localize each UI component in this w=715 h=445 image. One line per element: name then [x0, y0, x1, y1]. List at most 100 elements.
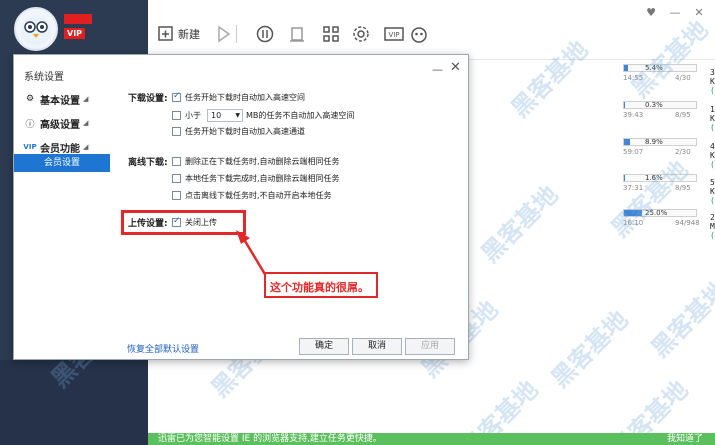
download-speed: 2.35 MB/s (+0KB/s): [710, 213, 715, 240]
notice-dismiss-button[interactable]: 我知道了: [667, 433, 703, 445]
apply-button[interactable]: 应用: [405, 338, 455, 355]
nav-item-label: 会员功能: [40, 143, 80, 155]
checkbox[interactable]: [172, 174, 181, 183]
checkbox[interactable]: [172, 111, 181, 120]
gear-icon: ⚙: [25, 94, 35, 104]
chevron-down-icon: ▼: [235, 112, 240, 119]
download-speed: 308.36 KB/s (+0KB/s): [710, 68, 715, 95]
download-progress-fill: [624, 175, 626, 181]
download-percent: 0.3%: [645, 101, 663, 109]
option-label: 点击离线下载任务时,不自动开启本地任务: [185, 191, 332, 200]
dialog-close-button[interactable]: ✕: [450, 60, 461, 75]
option-delete-cloud-on-delete[interactable]: 删除正在下载任务时,自动删除云端相同任务: [172, 156, 340, 167]
mascot-icon: [411, 27, 427, 43]
info-icon: ⓘ: [25, 119, 35, 130]
upload-settings-label: 上传设置:: [128, 219, 168, 229]
download-count: 8/95: [675, 111, 691, 119]
checkbox[interactable]: [172, 127, 181, 136]
download-time: 59:07: [623, 148, 644, 156]
close-window-button[interactable]: ✕: [692, 6, 706, 20]
download-speed-extra: (+0KB/s): [710, 123, 715, 132]
option-auto-high-speed-space[interactable]: 任务开始下载时自动加入高速空间: [172, 91, 305, 103]
size-threshold-value: 10: [211, 111, 222, 120]
play-icon: [218, 25, 231, 43]
start-button[interactable]: [216, 22, 232, 46]
download-percent: 25.0%: [645, 209, 668, 217]
option-label: 本地任务下载完成时,自动删除云端相同任务: [185, 174, 340, 183]
download-speed: 50.34 KB/s (+0KB/s): [710, 178, 715, 205]
username-bar[interactable]: [64, 14, 92, 24]
vip-badge-label: VIP: [67, 29, 83, 38]
download-speed-extra: (+0KB/s): [710, 196, 715, 205]
download-speed-extra: (+0KB/s): [710, 86, 715, 95]
nav-item-advanced[interactable]: ⓘ 高级设置 ◢: [14, 112, 110, 134]
option-label: 删除正在下载任务时,自动删除云端相同任务: [185, 157, 340, 166]
nav-item-basic[interactable]: ⚙ 基本设置 ◢: [14, 88, 110, 110]
checkbox[interactable]: [172, 216, 181, 227]
close-icon: ✕: [450, 60, 461, 75]
download-time: 16:10: [623, 219, 644, 227]
new-task-label: 新建: [178, 28, 200, 41]
mascot-button[interactable]: [410, 22, 428, 46]
sidebar-bottom: [0, 360, 148, 445]
expand-arrow-icon: ◢: [83, 95, 89, 103]
download-settings-label: 下载设置:: [128, 94, 168, 104]
skin-button[interactable]: ♥: [644, 6, 658, 20]
option-prefix: 小于: [185, 111, 201, 120]
download-speed: 415.34 KB/s (+0KB/s): [710, 142, 715, 169]
gear-icon: [353, 26, 369, 42]
option-suffix: MB的任务不自动加入高速空间: [246, 111, 355, 120]
option-auto-high-speed-channel[interactable]: 任务开始下载时自动加入高速通道: [172, 126, 305, 137]
download-speed: 157.33 KB/s (+0KB/s): [710, 105, 715, 132]
dialog-minimize-button[interactable]: —: [432, 63, 443, 76]
separator: [236, 22, 237, 46]
pause-circle-icon: [256, 25, 274, 43]
svg-text:VIP: VIP: [388, 31, 399, 39]
download-time: 39:43: [623, 111, 644, 119]
restore-defaults-link[interactable]: 恢复全部默认设置: [127, 342, 199, 355]
download-speed-value: 157.33 KB/s: [710, 105, 715, 123]
pause-button[interactable]: [256, 22, 274, 46]
settings-button[interactable]: [352, 22, 370, 46]
download-speed-value: 50.34 KB/s: [710, 178, 715, 196]
toolbar: 新建 VIP ♥ — ✕: [148, 0, 715, 60]
nav-subitem-vip-settings[interactable]: 会员设置: [14, 154, 110, 172]
settings-nav: ⚙ 基本设置 ◢ ⓘ 高级设置 ◢ VIP 会员功能 ◢ 会员设置: [14, 85, 110, 355]
delete-icon: [290, 27, 304, 42]
option-no-auto-start-local[interactable]: 点击离线下载任务时,不自动开启本地任务: [172, 190, 332, 201]
minimize-button[interactable]: —: [668, 6, 682, 20]
download-count: 2/30: [675, 148, 691, 156]
option-label: 任务开始下载时自动加入高速空间: [185, 93, 305, 102]
vip-badge[interactable]: VIP: [64, 28, 86, 39]
vip-icon: VIP: [23, 143, 37, 151]
option-disable-upload[interactable]: 关闭上传: [172, 216, 217, 228]
download-percent: 5.4%: [645, 64, 663, 72]
size-threshold-input[interactable]: 10 ▼: [207, 109, 243, 122]
notice-text: 迅雷已为您智能设置 IE 的浏览器支持,建立任务更快捷。: [158, 434, 382, 444]
download-progress-fill: [624, 65, 628, 71]
checkbox[interactable]: [172, 157, 181, 166]
annotation-callout: 这个功能真的很屌。: [264, 272, 378, 298]
option-size-threshold[interactable]: 小于 10 ▼ MB的任务不自动加入高速空间: [172, 109, 354, 122]
option-label: 任务开始下载时自动加入高速通道: [185, 127, 305, 136]
minimize-icon: —: [669, 6, 681, 19]
checkbox[interactable]: [172, 191, 181, 200]
expand-arrow-icon: ◢: [83, 143, 89, 151]
cancel-button[interactable]: 取消: [352, 338, 402, 355]
download-speed-value: 308.36 KB/s: [710, 68, 715, 86]
option-delete-cloud-on-complete[interactable]: 本地任务下载完成时,自动删除云端相同任务: [172, 173, 340, 184]
heart-icon: ♥: [646, 6, 656, 19]
checkbox[interactable]: [172, 91, 181, 102]
delete-button[interactable]: [288, 22, 306, 46]
dialog-title: 系统设置: [24, 72, 64, 83]
new-task-button[interactable]: 新建: [158, 22, 200, 46]
avatar[interactable]: [14, 7, 58, 51]
vip-button[interactable]: VIP: [384, 22, 404, 46]
ok-button[interactable]: 确定: [299, 338, 349, 355]
grid-button[interactable]: [322, 22, 340, 46]
vip-icon: VIP: [384, 27, 404, 41]
download-speed-value: 415.34 KB/s: [710, 142, 715, 160]
avatar-bird-icon: [21, 16, 51, 46]
download-speed-extra: (+0KB/s): [710, 231, 715, 240]
annotation-text: 这个功能真的很屌。: [270, 281, 369, 294]
